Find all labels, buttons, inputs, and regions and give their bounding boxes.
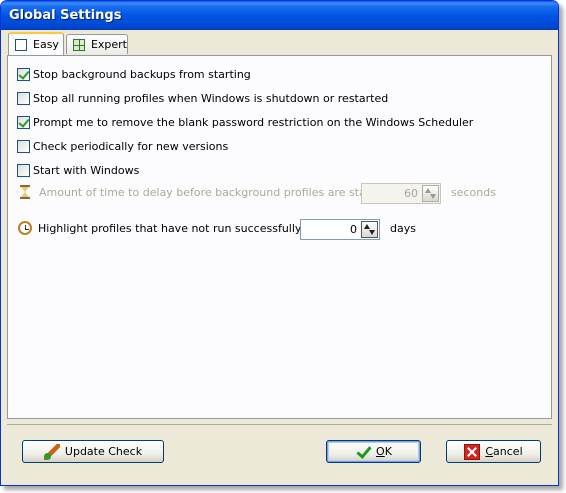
checkbox-icon (15, 38, 27, 51)
option-stop-running-profiles[interactable]: Stop all running profiles when Windows i… (17, 90, 388, 106)
window-body: Easy Expert Stop background backups from… (4, 30, 555, 484)
option-label: Check periodically for new versions (33, 139, 229, 153)
hourglass-icon (17, 184, 33, 200)
checkmark-icon (355, 444, 371, 460)
tab-expert[interactable]: Expert (66, 34, 128, 54)
checkbox[interactable] (17, 115, 30, 129)
ok-label: OK (376, 445, 392, 458)
window-title: Global Settings (9, 8, 122, 23)
option-prompt-blank-password[interactable]: Prompt me to remove the blank password r… (17, 114, 473, 130)
option-label: Stop all running profiles when Windows i… (33, 91, 389, 105)
delay-row: Amount of time to delay before backgroun… (17, 184, 392, 200)
checkbox[interactable] (17, 91, 30, 105)
highlight-unit: days (390, 222, 416, 235)
global-settings-window: Global Settings Easy Expert Stop backgro… (0, 0, 559, 486)
checkbox[interactable] (17, 67, 30, 81)
tab-expert-label: Expert (90, 38, 127, 51)
title-bar[interactable]: Global Settings (1, 1, 558, 30)
update-check-button[interactable]: Update Check (22, 440, 164, 463)
update-check-label: Update Check (64, 445, 143, 458)
highlight-row: Highlight profiles that have not run suc… (17, 220, 324, 236)
option-label: Start with Windows (33, 163, 140, 177)
checkbox[interactable] (17, 139, 30, 153)
delay-label: Amount of time to delay before backgroun… (39, 185, 393, 199)
option-check-new-versions[interactable]: Check periodically for new versions (17, 138, 228, 154)
grid-icon (73, 38, 85, 51)
delay-unit: seconds (451, 186, 496, 199)
update-icon (43, 443, 60, 460)
spin-arrows-icon[interactable] (361, 221, 378, 238)
cancel-button[interactable]: Cancel (446, 440, 541, 463)
option-label: Prompt me to remove the blank password r… (33, 115, 474, 129)
tab-easy[interactable]: Easy (8, 32, 64, 55)
tab-easy-label: Easy (33, 38, 59, 51)
highlight-value: 0 (350, 223, 357, 236)
option-stop-background-backups[interactable]: Stop background backups from starting (17, 66, 251, 82)
alarm-clock-icon (18, 221, 32, 235)
spin-arrows-icon[interactable] (422, 185, 439, 202)
easy-tab-panel: Stop background backups from starting St… (7, 55, 552, 419)
option-label: Stop background backups from starting (33, 67, 251, 81)
option-start-with-windows[interactable]: Start with Windows (17, 162, 139, 178)
highlight-days-stepper[interactable]: 0 (300, 219, 380, 240)
ok-button[interactable]: OK (326, 440, 421, 463)
cancel-x-icon (464, 443, 481, 460)
highlight-label: Highlight profiles that have not run suc… (38, 221, 324, 235)
cancel-label: Cancel (485, 445, 523, 458)
delay-value: 60 (404, 187, 418, 200)
checkbox[interactable] (17, 163, 30, 177)
button-bar: Update Check OK Cancel (7, 424, 552, 476)
delay-seconds-stepper[interactable]: 60 (361, 183, 441, 204)
